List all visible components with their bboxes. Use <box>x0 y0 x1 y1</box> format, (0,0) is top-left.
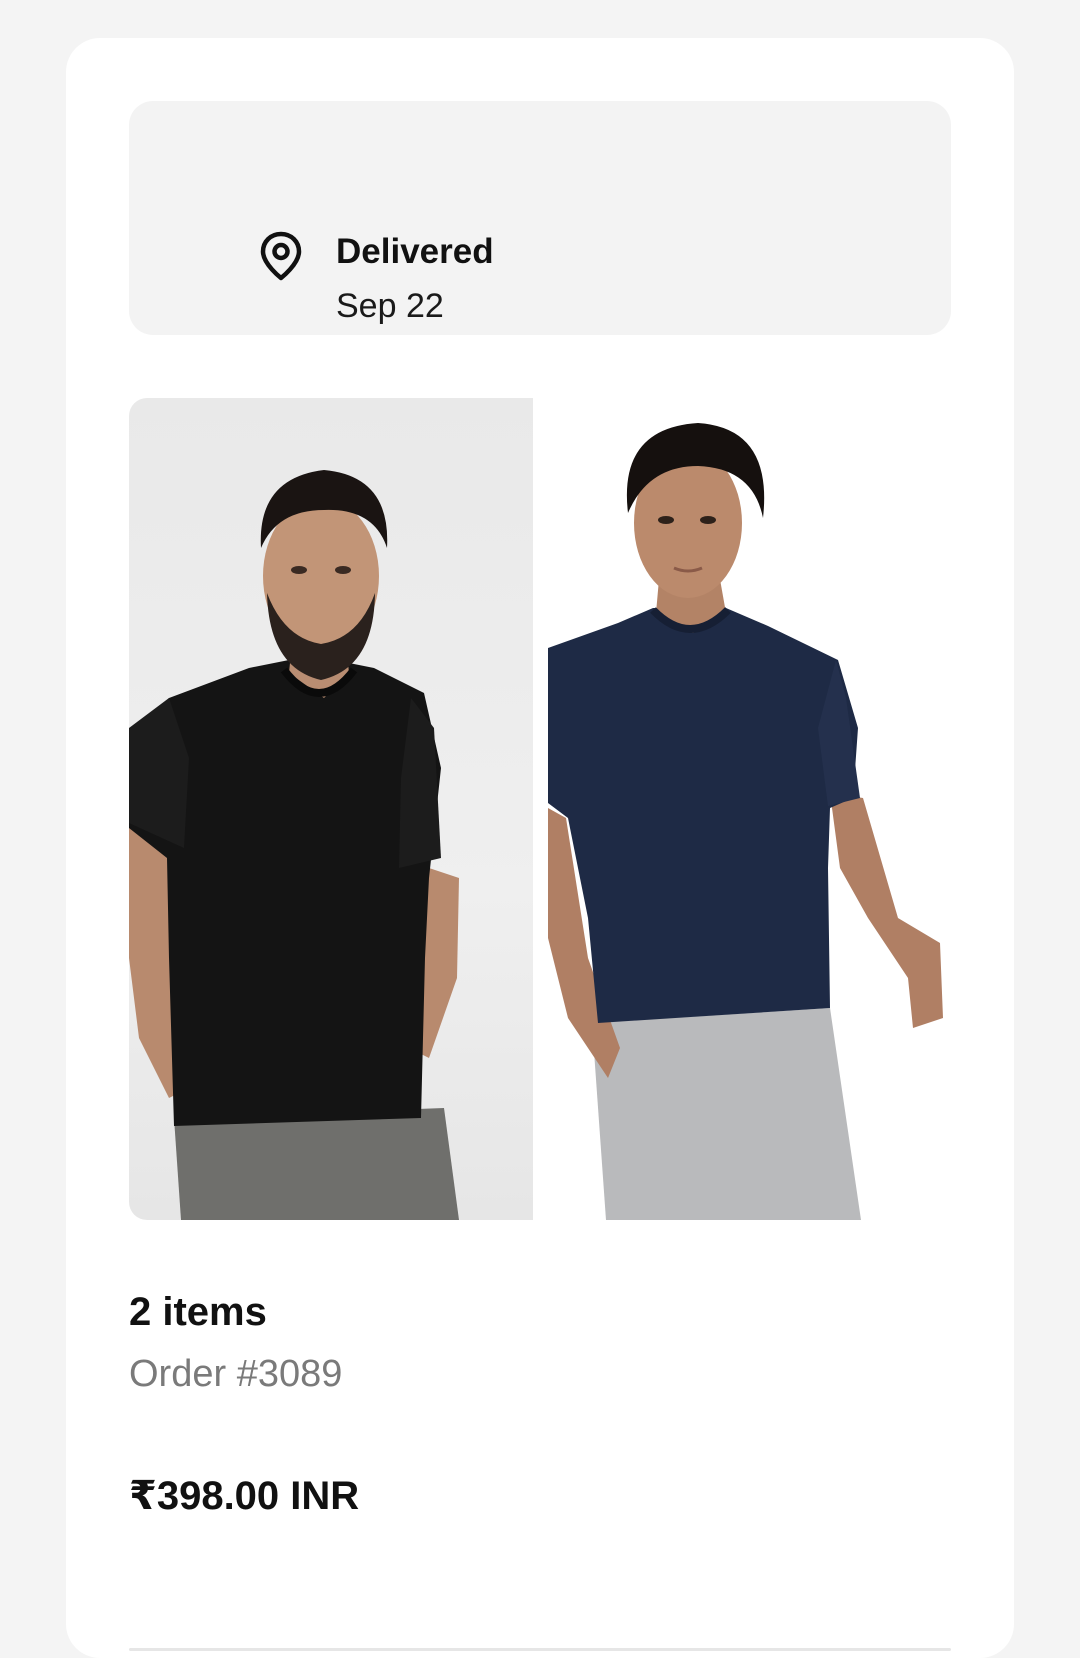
product-image-navy-tshirt[interactable] <box>548 398 951 1220</box>
product-image-black-tshirt[interactable] <box>129 398 533 1220</box>
location-pin-icon <box>260 231 302 281</box>
order-number: Order #3089 <box>129 1353 343 1395</box>
order-card[interactable]: Delivered Sep 22 2 items Order #3089 ₹39… <box>66 38 1014 1658</box>
order-total-price: ₹398.00 INR <box>129 1474 360 1518</box>
product-photo-1 <box>129 470 459 1220</box>
items-count: 2 items <box>129 1290 267 1334</box>
divider <box>129 1648 951 1651</box>
delivery-status-box: Delivered Sep 22 <box>129 101 951 335</box>
product-photo-2 <box>548 423 943 1220</box>
delivery-date: Sep 22 <box>336 287 444 325</box>
delivery-status-title: Delivered <box>336 232 494 271</box>
